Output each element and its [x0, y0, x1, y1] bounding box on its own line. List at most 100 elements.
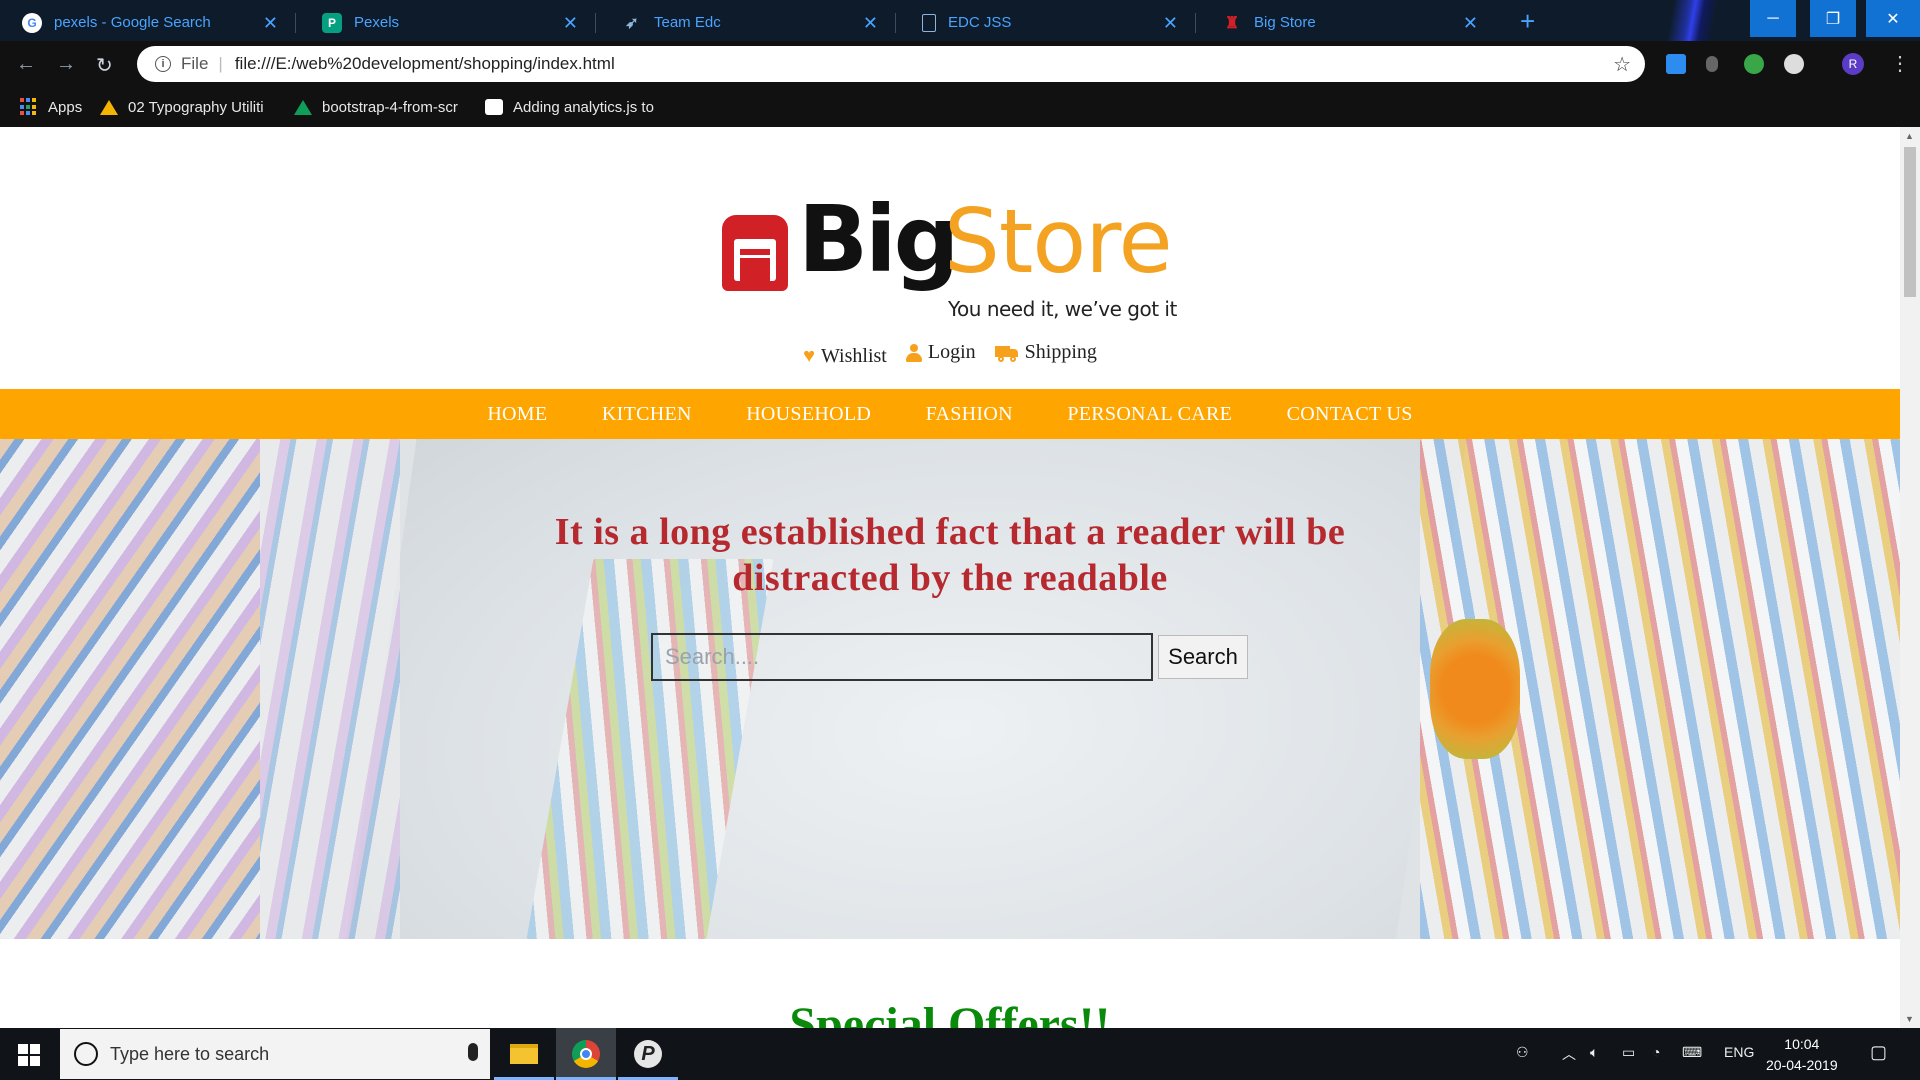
windows-taskbar: Type here to search P ⚇ ︿ 🔈︎ ▭ ◔ ⌨︎ ENG …: [0, 1028, 1920, 1080]
scrollbar-thumb[interactable]: [1904, 147, 1916, 297]
browser-toolbar: ← → ↻ i File | file:///E:/web%20developm…: [0, 41, 1920, 88]
bookmark-apps[interactable]: Apps: [20, 94, 82, 120]
bookmark-label: bootstrap-4-from-scr: [322, 98, 458, 116]
app-p-taskbar-icon[interactable]: P: [618, 1028, 678, 1080]
tray-chevron-up-icon[interactable]: ︿: [1562, 1044, 1576, 1064]
close-tab-icon[interactable]: ✕: [263, 13, 278, 34]
tab-title: Pexels: [354, 14, 400, 31]
tab-big-store[interactable]: ♜ Big Store ✕: [1200, 4, 1496, 41]
clock-date: 20-04-2019: [1766, 1057, 1838, 1073]
browser-tab-strip: G pexels - Google Search ✕ P Pexels ✕ ➶ …: [0, 0, 1920, 126]
truck-icon: [994, 344, 1019, 362]
cortana-icon: [74, 1042, 98, 1066]
profile-avatar[interactable]: R: [1842, 53, 1864, 75]
keyboard-icon[interactable]: ⌨︎: [1682, 1044, 1702, 1061]
page-viewport: Big Store You need it, we’ve got it ♥ Wi…: [0, 127, 1900, 1028]
bigstore-icon: ♜: [1224, 14, 1240, 32]
address-bar[interactable]: i File | file:///E:/web%20development/sh…: [137, 46, 1645, 82]
bookmark-label: 02 Typography Utiliti: [128, 98, 264, 116]
extension-tree-icon[interactable]: [1744, 54, 1764, 74]
tab-title: EDC JSS: [948, 14, 1012, 31]
close-window-button[interactable]: ✕: [1866, 0, 1920, 37]
battery-icon[interactable]: ▭: [1622, 1044, 1635, 1061]
google-icon: G: [22, 12, 42, 33]
volume-icon[interactable]: 🔈︎: [1590, 1044, 1598, 1061]
special-offers-heading: Special Offers!!: [789, 998, 1111, 1028]
scroll-down-icon[interactable]: ▼: [1905, 1014, 1914, 1024]
pexels-icon: P: [322, 12, 342, 33]
main-nav: HOME KITCHEN HOUSEHOLD FASHION PERSONAL …: [0, 389, 1900, 439]
chrome-taskbar-icon[interactable]: [556, 1028, 616, 1080]
document-icon: [922, 13, 936, 32]
url-text[interactable]: file:///E:/web%20development/shopping/in…: [235, 54, 615, 74]
logo-text-store: Store: [944, 190, 1173, 293]
apps-grid-icon: [20, 98, 38, 116]
tab-team-edc[interactable]: ➶ Team Edc ✕: [600, 4, 896, 41]
bookmark-label: Adding analytics.js to: [513, 98, 654, 116]
wishlist-link[interactable]: ♥ Wishlist: [803, 345, 887, 368]
nav-home[interactable]: HOME: [487, 389, 547, 439]
taskbar-search[interactable]: Type here to search: [60, 1029, 490, 1079]
clock-time: 10:04: [1784, 1036, 1820, 1052]
link-label: Login: [927, 341, 976, 363]
bookmark-bootstrap[interactable]: bootstrap-4-from-scr: [294, 94, 464, 120]
user-icon: [905, 343, 922, 362]
windows-start-icon[interactable]: [18, 1044, 40, 1066]
minimize-button[interactable]: ─: [1750, 0, 1796, 37]
close-tab-icon[interactable]: ✕: [563, 13, 578, 34]
bookmark-typography[interactable]: 02 Typography Utiliti: [100, 94, 275, 120]
analytics-icon: [485, 99, 503, 115]
info-icon[interactable]: i: [155, 56, 171, 72]
notifications-icon[interactable]: ▢: [1870, 1042, 1887, 1063]
nav-fashion[interactable]: FASHION: [926, 389, 1013, 439]
close-tab-icon[interactable]: ✕: [1463, 13, 1478, 34]
google-drive-icon: [100, 99, 118, 115]
logo-text-big: Big: [798, 186, 960, 293]
people-icon[interactable]: ⚇: [1516, 1044, 1529, 1061]
header-quick-links: ♥ Wishlist Login Shipping: [0, 341, 1900, 368]
nav-personal-care[interactable]: PERSONAL CARE: [1067, 389, 1232, 439]
extension-compass-icon[interactable]: [1784, 54, 1804, 74]
restore-button[interactable]: ❐: [1810, 0, 1856, 37]
scroll-up-icon[interactable]: ▲: [1905, 131, 1914, 141]
page-scrollbar[interactable]: ▲ ▼: [1900, 127, 1920, 1028]
forward-arrow-icon[interactable]: →: [56, 53, 76, 76]
new-tab-button[interactable]: +: [1520, 6, 1535, 37]
bookmarks-bar: Apps 02 Typography Utiliti bootstrap-4-f…: [0, 88, 1920, 127]
language-indicator[interactable]: ENG: [1724, 1044, 1754, 1060]
clock[interactable]: 10:04 20-04-2019: [1766, 1034, 1838, 1076]
bookmark-star-icon[interactable]: ☆: [1613, 52, 1631, 77]
nav-household[interactable]: HOUSEHOLD: [746, 389, 871, 439]
bookmark-analytics[interactable]: Adding analytics.js to: [485, 94, 660, 120]
microphone-icon[interactable]: [468, 1043, 478, 1061]
login-link[interactable]: Login: [905, 341, 976, 364]
bigstore-logo[interactable]: Big Store You need it, we’ve got it: [722, 169, 1182, 321]
back-arrow-icon[interactable]: ←: [16, 53, 36, 76]
file-explorer-taskbar-icon[interactable]: [494, 1028, 554, 1080]
search-input[interactable]: [651, 633, 1153, 681]
shipping-link[interactable]: Shipping: [994, 341, 1097, 364]
extension-mouse-icon[interactable]: [1706, 56, 1718, 72]
close-tab-icon[interactable]: ✕: [1163, 13, 1178, 34]
rocket-icon: ➶: [625, 14, 639, 32]
nav-kitchen[interactable]: KITCHEN: [602, 389, 692, 439]
tab-pexels-google-search[interactable]: G pexels - Google Search ✕: [0, 4, 296, 41]
tab-title: Team Edc: [654, 14, 721, 31]
link-label: Wishlist: [820, 344, 887, 367]
tab-edc-jss[interactable]: EDC JSS ✕: [900, 4, 1196, 41]
close-tab-icon[interactable]: ✕: [863, 13, 878, 34]
shopping-bag-logo-icon: [722, 215, 788, 291]
google-drive-icon: [294, 99, 312, 115]
tab-pexels[interactable]: P Pexels ✕: [300, 4, 596, 41]
hero-banner: It is a long established fact that a rea…: [0, 439, 1900, 939]
extension-translate-icon[interactable]: [1666, 54, 1686, 74]
link-label: Shipping: [1024, 341, 1097, 363]
hero-produce-display: [1430, 619, 1520, 759]
browser-menu-icon[interactable]: ⋮: [1890, 51, 1910, 76]
reload-icon[interactable]: ↻: [96, 53, 113, 78]
taskbar-search-placeholder: Type here to search: [110, 1043, 270, 1064]
search-button[interactable]: Search: [1158, 635, 1248, 679]
logo-tagline: You need it, we’ve got it: [948, 297, 1177, 321]
wifi-icon[interactable]: ◔: [1652, 1044, 1660, 1060]
nav-contact-us[interactable]: CONTACT US: [1287, 389, 1413, 439]
